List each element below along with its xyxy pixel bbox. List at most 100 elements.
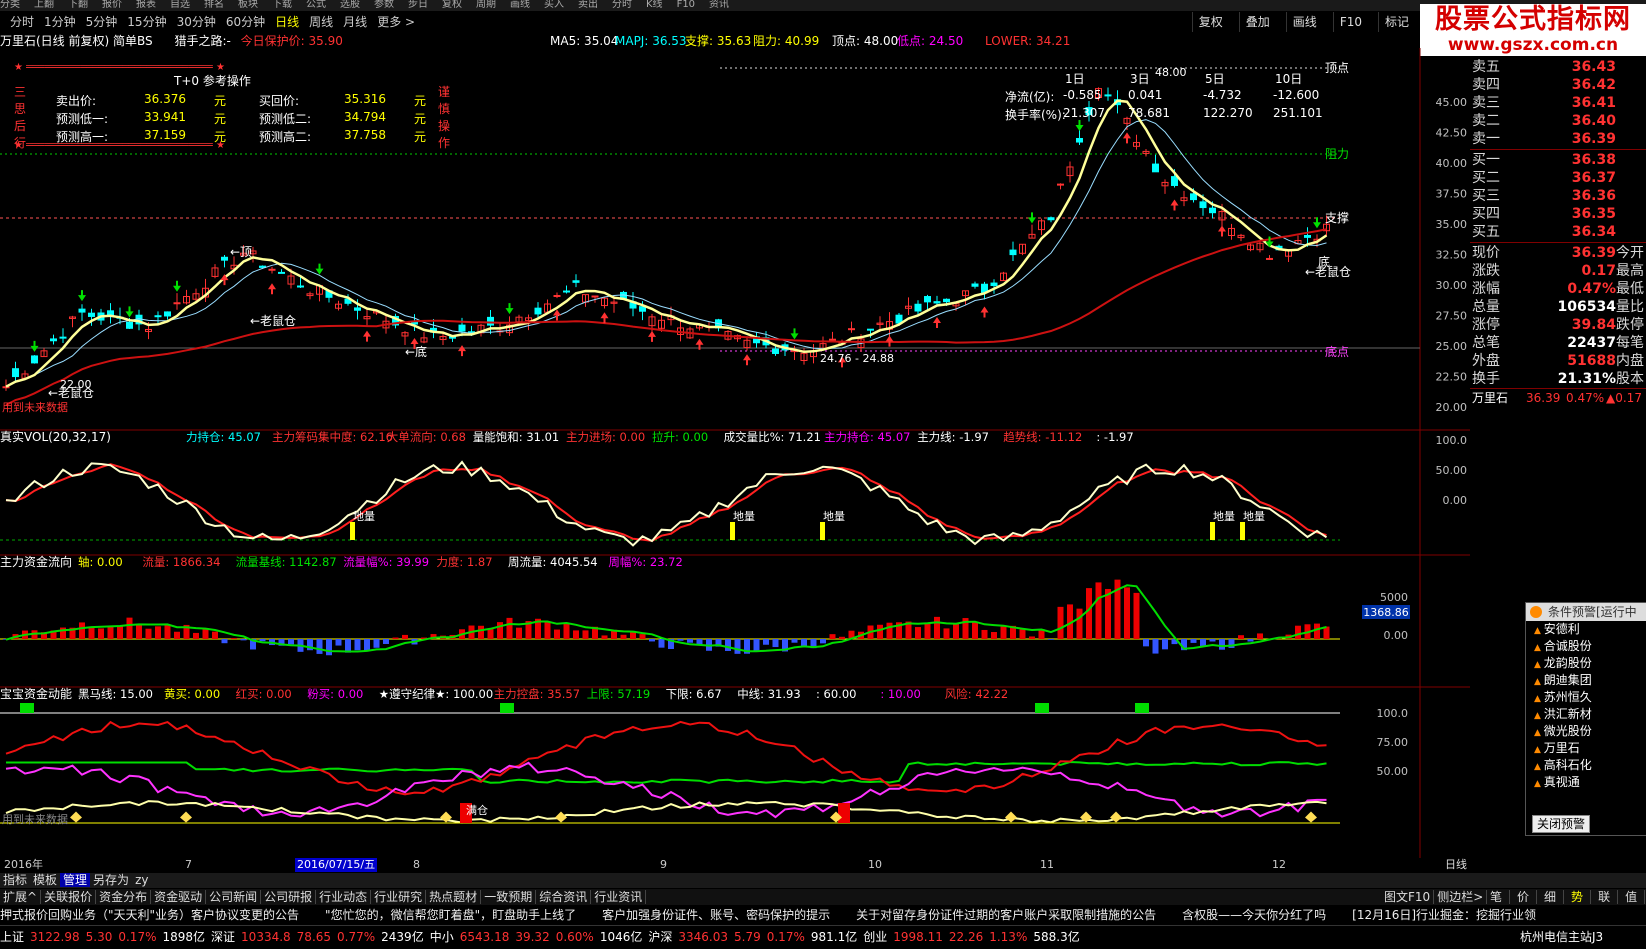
info-tab[interactable]: 公司新闻: [206, 890, 261, 904]
orderbook-row[interactable]: 外盘51688内盘: [1470, 352, 1646, 370]
period-tab[interactable]: 周线: [309, 15, 333, 29]
orderbook-row[interactable]: 换手21.31%股本: [1470, 370, 1646, 388]
info-tab[interactable]: 一致预期: [481, 890, 536, 904]
alert-stock-item[interactable]: 苏州恒久: [1526, 689, 1646, 706]
menu-item[interactable]: 选股: [340, 0, 360, 10]
alert-stock-item[interactable]: 洪汇新材: [1526, 706, 1646, 723]
menu-item[interactable]: 资讯: [709, 0, 729, 10]
period-indicator[interactable]: 日线: [1445, 858, 1467, 872]
orderbook-row[interactable]: 总量106534量比: [1470, 298, 1646, 316]
indicator-tab[interactable]: 模板: [30, 873, 60, 887]
menu-item[interactable]: 分类: [0, 0, 20, 10]
stock-title[interactable]: 万里石(日线 前复权) 简单BS: [0, 34, 153, 48]
alert-stock-item[interactable]: 真视通: [1526, 774, 1646, 791]
info-tab[interactable]: 行业资讯: [591, 890, 646, 904]
period-tab[interactable]: 分时: [10, 15, 34, 29]
orderbook-row[interactable]: 买四36.35: [1470, 205, 1646, 223]
ticker-item[interactable]: [12月16日]行业掘金：挖掘行业领: [1352, 908, 1536, 922]
period-tab[interactable]: 1分钟: [44, 15, 76, 29]
side-tab[interactable]: 图文F10: [1381, 890, 1434, 904]
detail-tab[interactable]: 值: [1618, 890, 1645, 904]
indicator-tab[interactable]: 管理: [60, 873, 90, 887]
info-tab[interactable]: 扩展^: [0, 890, 41, 904]
menu-item[interactable]: F10: [677, 0, 695, 10]
menu-item[interactable]: 画线: [510, 0, 530, 10]
detail-tab[interactable]: 价: [1510, 890, 1537, 904]
orderbook-row[interactable]: 涨跌0.17最高: [1470, 262, 1646, 280]
chart-area[interactable]: 45.0042.5040.0037.5035.0032.5030.0027.50…: [0, 48, 1470, 858]
toolbar-button[interactable]: 叠加: [1239, 12, 1276, 32]
alert-popup[interactable]: 条件预警[运行中 安德利合诚股份龙韵股份朗迪集团苏州恒久洪汇新材微光股份万里石高…: [1525, 602, 1646, 836]
period-tab[interactable]: 更多 >: [377, 15, 415, 29]
menu-item[interactable]: 报表: [136, 0, 156, 10]
period-tab[interactable]: 5分钟: [86, 15, 118, 29]
info-tab[interactable]: 行业研究: [371, 890, 426, 904]
detail-tab[interactable]: 细: [1537, 890, 1564, 904]
alert-stock-item[interactable]: 合诚股份: [1526, 638, 1646, 655]
indicator-tab[interactable]: 另存为: [90, 873, 132, 887]
orderbook-row[interactable]: 买二36.37: [1470, 169, 1646, 187]
alert-stock-item[interactable]: 万里石: [1526, 740, 1646, 757]
menu-item[interactable]: 卖出: [578, 0, 598, 10]
orderbook-row[interactable]: 现价36.39今开: [1470, 244, 1646, 262]
detail-tab[interactable]: 联: [1591, 890, 1618, 904]
alert-stock-item[interactable]: 安德利: [1526, 621, 1646, 638]
orderbook-row[interactable]: 总笔22437每笔: [1470, 334, 1646, 352]
menu-item[interactable]: 步日: [408, 0, 428, 10]
toolbar-button[interactable]: 标记: [1378, 12, 1415, 32]
menu-item[interactable]: 报价: [102, 0, 122, 10]
ticker-item[interactable]: 押式报价回购业务（"天天利"业务）客户协议变更的公告: [0, 908, 299, 922]
indicator-tab[interactable]: 指标: [0, 873, 30, 887]
info-tab[interactable]: 行业动态: [316, 890, 371, 904]
info-tab[interactable]: 资金分布: [96, 890, 151, 904]
menu-item[interactable]: 参数: [374, 0, 394, 10]
period-tab[interactable]: 30分钟: [177, 15, 216, 29]
alert-stock-item[interactable]: 龙韵股份: [1526, 655, 1646, 672]
orderbook-row[interactable]: 卖一36.39: [1470, 130, 1646, 148]
menu-item[interactable]: 复权: [442, 0, 462, 10]
alert-stock-item[interactable]: 微光股份: [1526, 723, 1646, 740]
menu-item[interactable]: 下载: [272, 0, 292, 10]
info-tab[interactable]: 资金驱动: [151, 890, 206, 904]
menu-item[interactable]: 自选: [170, 0, 190, 10]
ticker-item[interactable]: "您忙您的，微信帮您盯着盘"，盯盘助手上线了: [325, 908, 576, 922]
info-tab[interactable]: 热点题材: [426, 890, 481, 904]
toolbar-button[interactable]: 复权: [1192, 12, 1229, 32]
ticker-item[interactable]: 含权股——今天你分红了吗: [1182, 908, 1326, 922]
period-tab[interactable]: 15分钟: [127, 15, 166, 29]
period-tab[interactable]: 日线: [275, 15, 299, 29]
orderbook-row[interactable]: 卖五36.43: [1470, 58, 1646, 76]
orderbook-row[interactable]: 买五36.34: [1470, 223, 1646, 241]
info-tab[interactable]: 关联报价: [41, 890, 96, 904]
ticker-item[interactable]: 客户加强身份证件、账号、密码保护的提示: [602, 908, 830, 922]
orderbook-row[interactable]: 涨幅0.47%最低: [1470, 280, 1646, 298]
menu-item[interactable]: 上翻: [34, 0, 54, 10]
menu-item[interactable]: 下翻: [68, 0, 88, 10]
menu-item[interactable]: 买入: [544, 0, 564, 10]
toolbar-button[interactable]: F10: [1333, 12, 1368, 32]
menu-item[interactable]: 板块: [238, 0, 258, 10]
period-tab[interactable]: 月线: [343, 15, 367, 29]
menu-item[interactable]: K线: [646, 0, 663, 10]
alert-stock-item[interactable]: 高科石化: [1526, 757, 1646, 774]
news-ticker[interactable]: 押式报价回购业务（"天天利"业务）客户协议变更的公告 "您忙您的，微信帮您盯着盘"…: [0, 906, 1646, 924]
menu-item[interactable]: 排名: [204, 0, 224, 10]
detail-tab[interactable]: 笔: [1483, 890, 1510, 904]
orderbook-row[interactable]: 买三36.36: [1470, 187, 1646, 205]
menu-item[interactable]: 周期: [476, 0, 496, 10]
toolbar-button[interactable]: 画线: [1286, 12, 1323, 32]
menu-item[interactable]: 分时: [612, 0, 632, 10]
period-tab[interactable]: 60分钟: [226, 15, 265, 29]
indicator-tab[interactable]: zy: [132, 873, 151, 887]
orderbook-row[interactable]: 卖三36.41: [1470, 94, 1646, 112]
menu-item[interactable]: 公式: [306, 0, 326, 10]
ticker-item[interactable]: 关于对留存身份证件过期的客户账户采取限制措施的公告: [856, 908, 1156, 922]
alert-stock-item[interactable]: 朗迪集团: [1526, 672, 1646, 689]
orderbook-row[interactable]: 卖四36.42: [1470, 76, 1646, 94]
info-tab[interactable]: 综合资讯: [536, 890, 591, 904]
orderbook-row[interactable]: 买一36.38: [1470, 151, 1646, 169]
orderbook-row[interactable]: 卖二36.40: [1470, 112, 1646, 130]
info-tab[interactable]: 公司研报: [261, 890, 316, 904]
close-alert-button[interactable]: 关闭预警: [1532, 815, 1590, 833]
orderbook-row[interactable]: 涨停39.84跌停: [1470, 316, 1646, 334]
